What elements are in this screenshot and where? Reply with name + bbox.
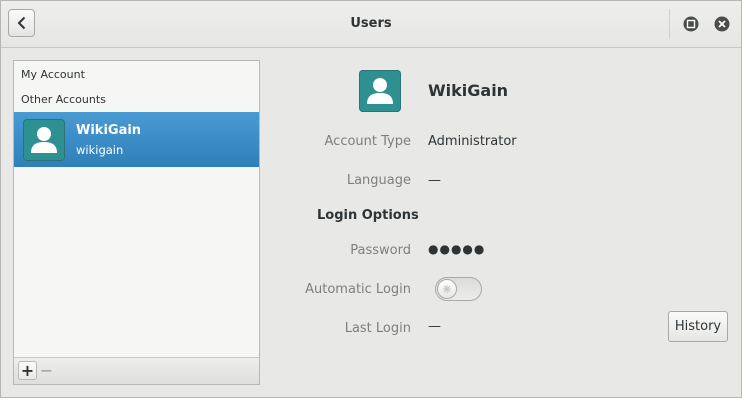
account-username: wikigain [76,143,124,157]
titlebar-separator [669,9,670,39]
login-options-heading: Login Options [317,208,419,223]
automatic-login-label: Automatic Login [305,282,411,297]
remove-user-button[interactable]: − [37,361,56,380]
automatic-login-switch[interactable] [435,277,482,301]
user-icon [31,127,57,153]
close-button[interactable] [714,16,730,32]
back-button[interactable] [8,9,35,37]
account-name: WikiGain [76,123,142,138]
last-login-value: — [428,319,441,334]
last-login-label: Last Login [344,321,411,336]
chevron-left-icon [17,16,25,30]
language-value[interactable]: — [428,173,441,188]
account-type-value[interactable]: Administrator [428,134,517,149]
avatar [23,119,65,161]
password-label: Password [350,243,411,258]
close-icon [714,16,730,32]
accounts-sidebar: My Account Other Accounts WikiGain wikig… [13,60,260,385]
maximize-icon [683,16,699,32]
sidebar-toolbar: + − [14,357,259,384]
header-bar: Users [1,1,741,48]
users-window: Users My Account Other Accounts WikiGain… [0,0,742,398]
user-avatar[interactable] [359,70,401,112]
language-label: Language [346,173,411,188]
user-icon [367,78,393,104]
maximize-button[interactable] [683,16,699,32]
add-user-button[interactable]: + [18,361,37,380]
password-value[interactable]: ●●●●● [428,242,485,256]
window-title: Users [350,16,392,31]
full-name[interactable]: WikiGain [428,81,508,100]
other-accounts-heading: Other Accounts [21,93,106,106]
grip-icon [443,285,451,293]
account-list-item-wikigain[interactable]: WikiGain wikigain [14,112,259,167]
switch-knob [437,279,457,299]
history-button[interactable]: History [668,311,728,342]
account-type-label: Account Type [324,134,411,149]
my-account-heading: My Account [21,68,85,81]
